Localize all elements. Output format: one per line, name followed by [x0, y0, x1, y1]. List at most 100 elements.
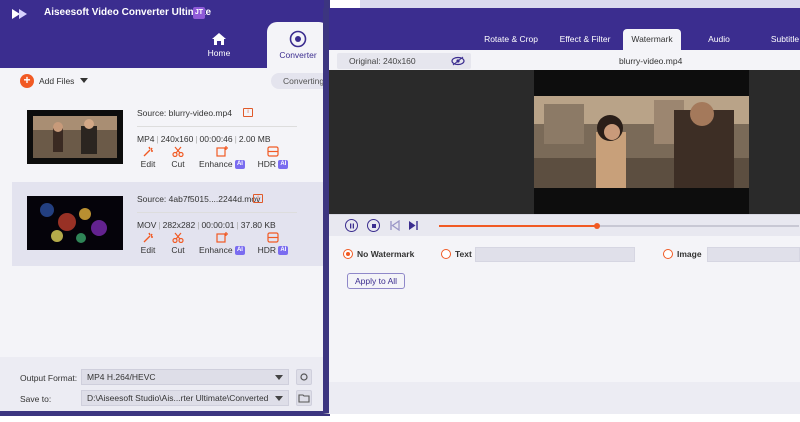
- app-badge: JT: [193, 7, 205, 19]
- original-size-label: Original: 240x160: [337, 53, 471, 69]
- converter-window: Aiseesoft Video Converter Ultimate JT Ho…: [0, 0, 330, 416]
- hdr-icon: [267, 232, 279, 243]
- hdr-icon: [267, 146, 279, 157]
- tab-watermark[interactable]: Watermark: [623, 29, 681, 50]
- file-format: MP4: [137, 134, 155, 144]
- edit-tool[interactable]: Edit: [138, 232, 158, 255]
- edit-label: Edit: [140, 159, 156, 169]
- scissors-icon: [172, 146, 184, 157]
- screen: Aiseesoft Video Converter Ultimate JT Ho…: [0, 0, 800, 422]
- divider: [137, 212, 297, 213]
- output-format-select[interactable]: MP4 H.264/HEVC: [81, 369, 289, 385]
- add-files-dropdown-icon[interactable]: [80, 78, 88, 83]
- original-size: Original: 240x160: [349, 56, 416, 66]
- file-size: 2.00 MB: [238, 134, 271, 144]
- enhance-icon: [216, 146, 228, 157]
- eye-icon[interactable]: [451, 56, 465, 66]
- chevron-down-icon: [275, 375, 283, 380]
- image-watermark-label: Image: [677, 249, 702, 259]
- file-source: Source: blurry-video.mp4: [137, 108, 232, 118]
- video-preview: [329, 70, 800, 214]
- enhance-tool[interactable]: Enhance AI: [196, 146, 248, 170]
- app-header: Aiseesoft Video Converter Ultimate JT Ho…: [0, 0, 329, 68]
- edit-tab-bar: Rotate & Crop Effect & Filter Watermark …: [329, 8, 800, 50]
- text-watermark-radio[interactable]: [441, 249, 451, 259]
- edit-wand-icon: [143, 232, 153, 243]
- add-files-plus-icon[interactable]: +: [20, 74, 34, 88]
- enhance-label: Enhance: [199, 159, 233, 169]
- nav-converter[interactable]: Converter: [267, 22, 329, 68]
- hdr-tool[interactable]: HDR AI: [256, 146, 290, 170]
- tab-rotate-crop[interactable]: Rotate & Crop: [479, 29, 543, 50]
- cut-tool[interactable]: Cut: [168, 146, 188, 169]
- open-folder-button[interactable]: [296, 390, 312, 406]
- app-logo-icon: [12, 9, 27, 19]
- file-duration: 00:00:01: [201, 220, 235, 230]
- file-thumbnail: [27, 110, 123, 164]
- watermark-image-input[interactable]: [707, 247, 800, 262]
- output-format-label: Output Format:: [20, 373, 78, 383]
- seek-progress: [439, 225, 598, 227]
- converter-icon: [289, 30, 307, 48]
- home-icon: [212, 33, 226, 45]
- file-source: Source: 4ab7f5015....2244d.mov: [137, 194, 261, 204]
- nav-converter-label: Converter: [279, 50, 317, 60]
- tab-audio[interactable]: Audio: [699, 29, 739, 50]
- cut-label: Cut: [171, 245, 185, 255]
- file-resolution: 240x160: [160, 134, 194, 144]
- video-frame-image: [534, 70, 749, 214]
- no-watermark-radio[interactable]: [343, 249, 353, 259]
- enhance-label: Enhance: [199, 245, 233, 255]
- next-frame-icon[interactable]: [407, 220, 419, 231]
- file-resolution: 282x282: [162, 220, 196, 230]
- file-duration: 00:00:46: [199, 134, 233, 144]
- seek-track[interactable]: [439, 223, 799, 229]
- no-watermark-label: No Watermark: [357, 249, 415, 259]
- ai-badge: AI: [234, 246, 245, 256]
- watermark-text-input[interactable]: [475, 247, 635, 262]
- hdr-label: HDR: [257, 159, 277, 169]
- nav-home[interactable]: Home: [190, 28, 248, 66]
- apply-to-all-button[interactable]: Apply to All: [347, 273, 405, 289]
- seek-handle[interactable]: [594, 223, 601, 229]
- edit-wand-icon: [143, 146, 153, 157]
- hdr-label: HDR: [257, 245, 277, 255]
- file-meta: MP4 | 240x160 | 00:00:46 | 2.00 MB: [137, 134, 271, 144]
- video-thumbnail-image: [27, 110, 123, 164]
- app-title: Aiseesoft Video Converter Ultimate: [44, 7, 212, 18]
- folder-icon: [298, 394, 310, 403]
- add-files-button[interactable]: Add Files: [39, 76, 74, 86]
- edit-tool[interactable]: Edit: [138, 146, 158, 169]
- enhance-icon: [216, 232, 228, 243]
- file-item-selected[interactable]: Source: 4ab7f5015....2244d.mov i MOV | 282…: [12, 182, 324, 266]
- previous-frame-icon[interactable]: [389, 220, 401, 231]
- video-frame: [534, 70, 749, 214]
- pause-icon: [349, 223, 354, 228]
- stop-button[interactable]: [367, 219, 380, 232]
- pause-button[interactable]: [345, 219, 358, 232]
- image-watermark-radio[interactable]: [663, 249, 673, 259]
- output-settings-button[interactable]: [296, 369, 312, 385]
- scissors-icon: [172, 232, 184, 243]
- output-settings-bar: Output Format: MP4 H.264/HEVC Save to: D…: [0, 357, 324, 411]
- save-to-label: Save to:: [20, 394, 52, 404]
- file-info-icon[interactable]: i: [253, 194, 263, 203]
- hdr-tool[interactable]: HDR AI: [256, 232, 290, 256]
- output-format-value: MP4 H.264/HEVC: [87, 372, 156, 382]
- edit-label: Edit: [140, 245, 156, 255]
- cut-label: Cut: [171, 159, 185, 169]
- cut-tool[interactable]: Cut: [168, 232, 188, 255]
- tab-effect-filter[interactable]: Effect & Filter: [553, 29, 617, 50]
- save-to-select[interactable]: D:\Aiseesoft Studio\Ais...rter Ultimate\…: [81, 390, 289, 406]
- save-to-value: D:\Aiseesoft Studio\Ais...rter Ultimate\…: [87, 393, 269, 403]
- video-thumbnail-image: [27, 196, 123, 250]
- converting-tab[interactable]: Converting: [271, 73, 327, 89]
- tab-subtitle[interactable]: Subtitle: [765, 29, 800, 50]
- enhance-tool[interactable]: Enhance AI: [196, 232, 248, 256]
- gear-icon: [300, 373, 308, 381]
- edit-footer: [329, 382, 800, 414]
- file-meta: MOV | 282x282 | 00:00:01 | 37.80 KB: [137, 220, 276, 230]
- ai-badge: AI: [278, 160, 289, 170]
- file-info-icon[interactable]: i: [243, 108, 253, 117]
- file-item[interactable]: Source: blurry-video.mp4 i MP4 | 240x160 | 0…: [12, 100, 324, 184]
